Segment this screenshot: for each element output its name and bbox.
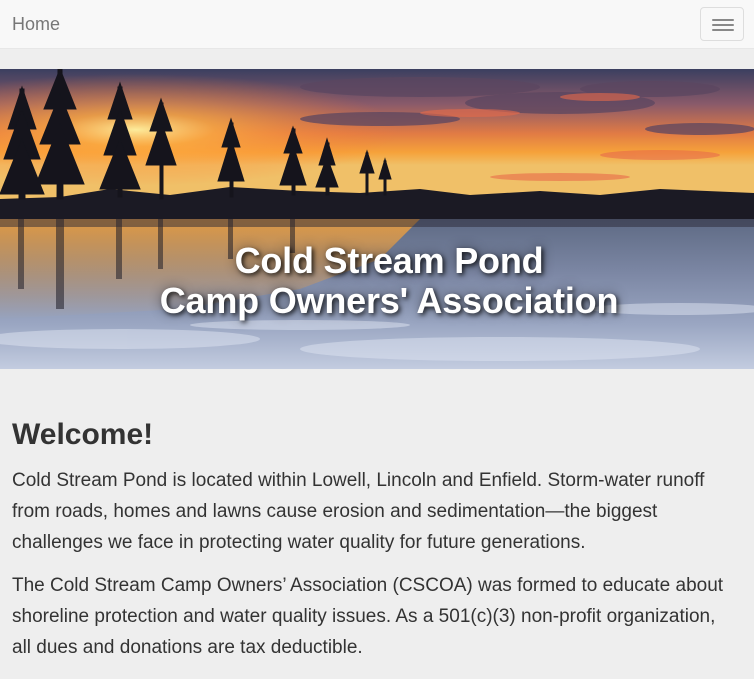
hamburger-menu-icon (712, 19, 734, 21)
home-link[interactable]: Home (12, 13, 60, 35)
main-content: Welcome! Cold Stream Pond is located wit… (12, 412, 732, 663)
hero-banner: Cold Stream Pond Camp Owners' Associatio… (0, 69, 754, 369)
intro-paragraph: Cold Stream Pond is located within Lowel… (12, 470, 705, 553)
menu-toggle-button[interactable] (700, 7, 744, 41)
hero-title-line-2: Camp Owners' Association (159, 280, 619, 321)
welcome-heading: Welcome! (12, 418, 154, 451)
hamburger-menu-icon-bar (712, 24, 734, 26)
hamburger-menu-icon-bar (712, 29, 734, 31)
association-paragraph: The Cold Stream Camp Owners’ Association… (12, 575, 724, 658)
hero-title-line-1: Cold Stream Pond (234, 240, 544, 281)
navbar: Home (0, 0, 754, 49)
hero-title: Cold Stream Pond Camp Owners' Associatio… (0, 241, 754, 321)
hero-image (0, 69, 754, 369)
